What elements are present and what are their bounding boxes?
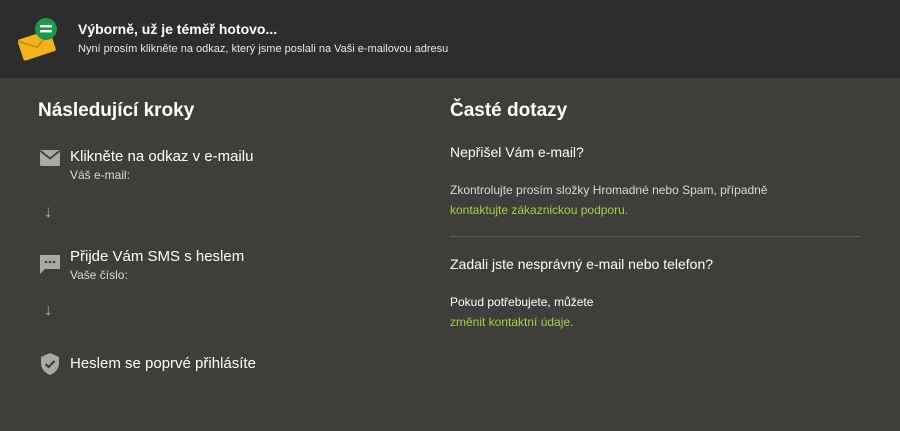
- step-sms-sub: Vaše číslo:: [70, 268, 128, 282]
- step-sms-title: Přijde Vám SMS s heslem: [70, 248, 245, 265]
- faq-question-contact: Zadali jste nesprávný e-mail nebo telefo…: [450, 256, 714, 272]
- down-arrow-icon: ↓: [44, 300, 53, 319]
- faq-answer-contact-text: Pokud potřebujete, můžete: [450, 295, 594, 309]
- top-banner: Výborně, už je téměř hotovo... Nyní pros…: [0, 0, 900, 78]
- change-contact-link[interactable]: změnit kontaktní údaje.: [450, 315, 573, 329]
- banner-title: Výborně, už je téměř hotovo...: [78, 21, 278, 37]
- step-email-sub: Váš e-mail:: [70, 168, 131, 182]
- message-icon: [40, 255, 60, 274]
- faq-title: Časté dotazy: [450, 100, 568, 121]
- faq-answer-email: Zkontrolujte prosím složky Hromadné nebo…: [450, 180, 768, 220]
- down-arrow-icon: ↓: [44, 202, 53, 221]
- step-email-title: Klikněte na odkaz v e-mailu: [70, 148, 254, 165]
- step-login-title: Heslem se poprvé přihlásíte: [70, 355, 256, 372]
- banner-subtitle: Nyní prosím klikněte na odkaz, který jsm…: [78, 43, 449, 55]
- contact-support-link[interactable]: kontaktujte zákaznickou podporu.: [450, 203, 628, 217]
- next-steps-section: Následující kroky Klikněte na odkaz v e-…: [38, 100, 418, 375]
- faq-divider: [450, 236, 860, 237]
- faq-section: Časté dotazy Nepřišel Vám e-mail? Zkontr…: [450, 100, 862, 329]
- faq-question-email: Nepřišel Vám e-mail?: [450, 144, 584, 160]
- email-sent-icon: [18, 18, 57, 61]
- faq-answer-contact: Pokud potřebujete, můžete změnit kontakt…: [450, 292, 593, 332]
- next-steps-title: Následující kroky: [38, 100, 195, 121]
- shield-check-icon: [41, 353, 59, 375]
- mail-icon: [39, 150, 61, 166]
- faq-answer-email-text: Zkontrolujte prosím složky Hromadné nebo…: [450, 183, 768, 197]
